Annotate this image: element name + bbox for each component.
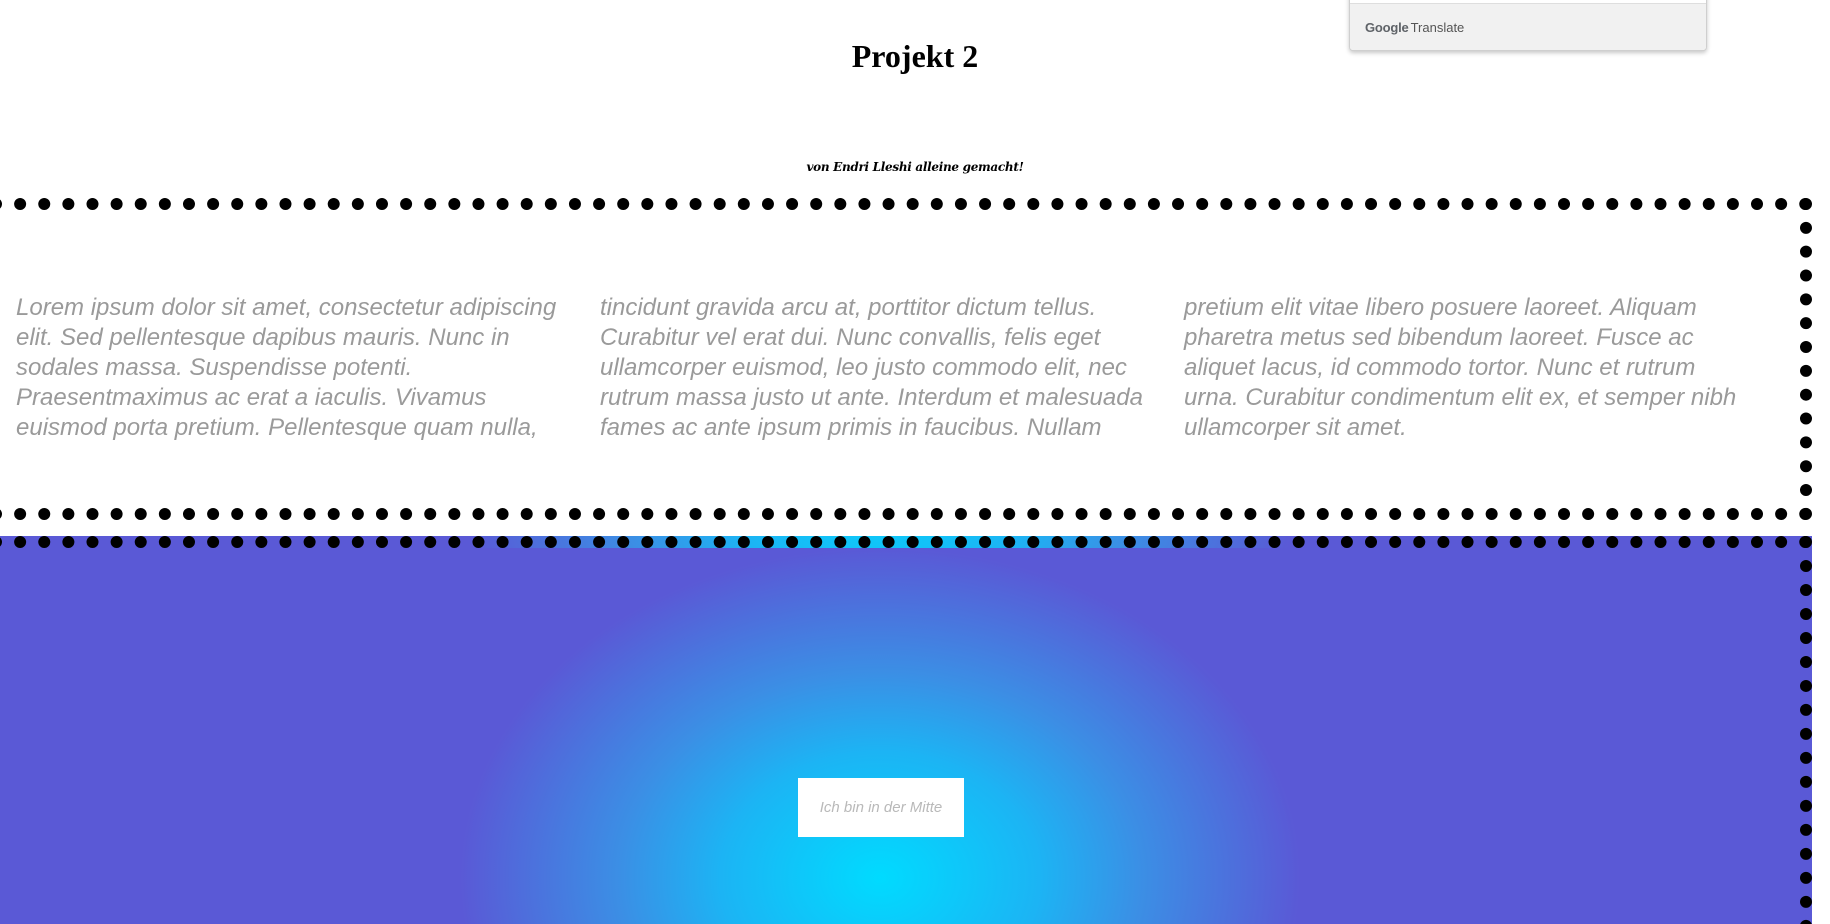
center-box: Ich bin in der Mitte bbox=[798, 778, 964, 837]
center-box-label: Ich bin in der Mitte bbox=[819, 799, 943, 816]
page-title: Projekt 2 bbox=[851, 38, 979, 74]
text-column-3: pretium elit vitae libero posuere laoree… bbox=[1184, 294, 1737, 441]
text-column-2: tincidunt gravida arcu at, porttitor dic… bbox=[600, 294, 1143, 441]
gradient-section: Ich bin in der Mitte bbox=[0, 536, 1812, 924]
text-columns: Lorem ipsum dolor sit amet, consectetur … bbox=[16, 293, 1786, 443]
text-section: Lorem ipsum dolor sit amet, consectetur … bbox=[0, 198, 1812, 520]
translate-label: Translate bbox=[1410, 19, 1465, 35]
text-column-1: Lorem ipsum dolor sit amet, consectetur … bbox=[16, 294, 557, 441]
page: Google Translate Projekt 2 von Endri Lle… bbox=[0, 0, 1830, 924]
page-subtitle: von Endri Lleshi alleine gemacht! bbox=[806, 160, 1024, 174]
google-logo-text: Google bbox=[1365, 19, 1409, 35]
